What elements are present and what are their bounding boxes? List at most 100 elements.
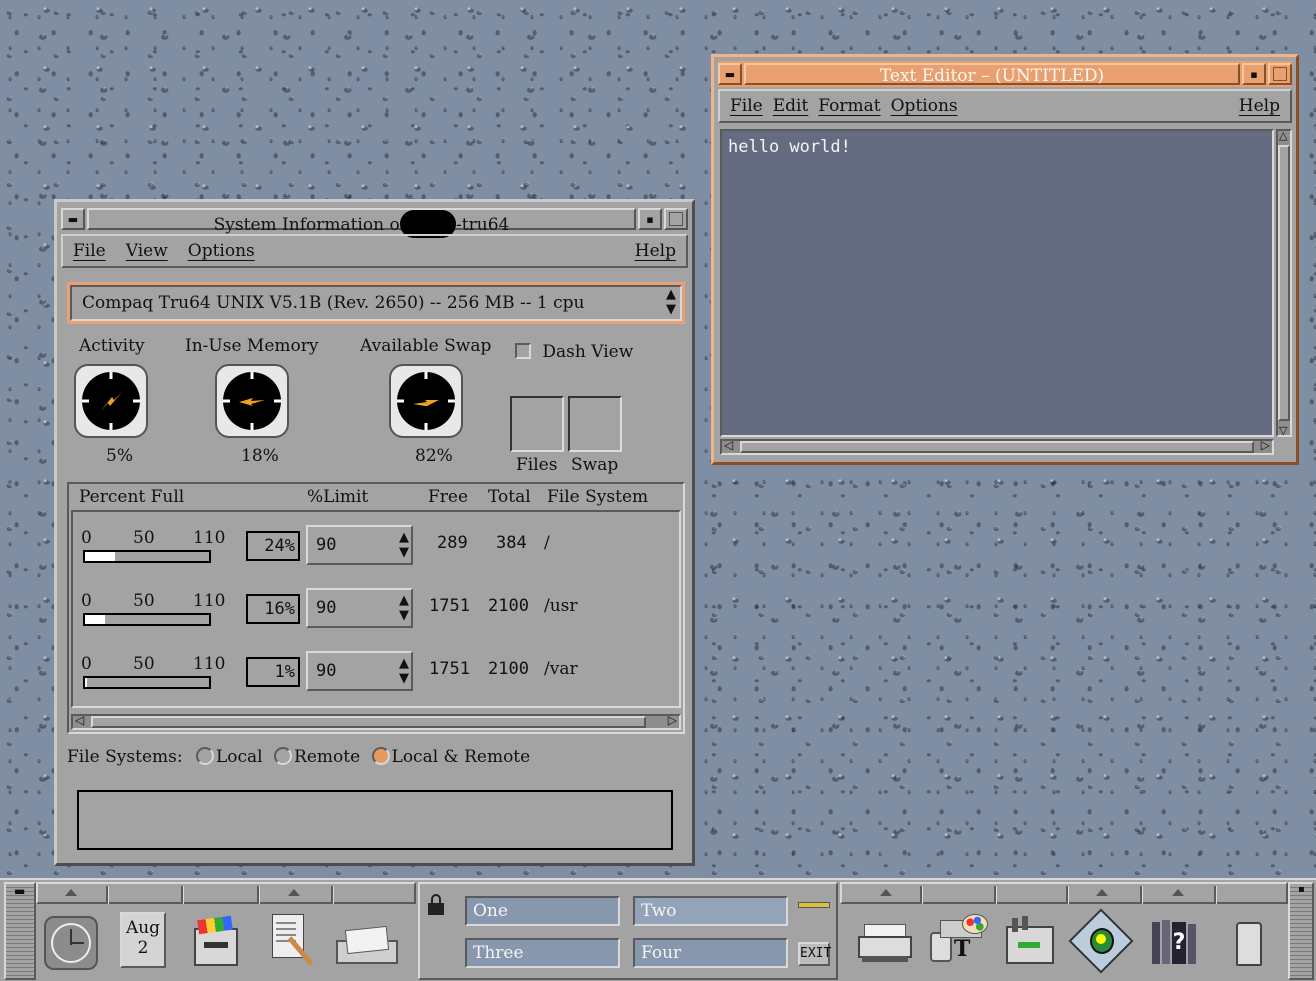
subpanel-arrow-icon[interactable]: [1096, 889, 1108, 896]
spinner-arrows-icon[interactable]: ▲ ▼: [399, 530, 409, 560]
minimize-button[interactable]: ▪: [638, 208, 662, 230]
header-limit: %Limit: [307, 487, 369, 507]
spin-arrows-icon[interactable]: ▲ ▼: [666, 287, 676, 317]
workspace-button-four[interactable]: Four: [633, 938, 788, 968]
usage-bar-fill: [85, 552, 115, 561]
subpanel-arrow-icon[interactable]: [880, 889, 892, 896]
checkbox-box[interactable]: [515, 343, 531, 359]
activity-gauge[interactable]: [74, 364, 148, 438]
workspace-button-two[interactable]: Two: [633, 896, 788, 926]
trash-icon[interactable]: [1234, 920, 1266, 968]
window-menu-button[interactable]: ▬: [61, 208, 85, 230]
radio-remote[interactable]: [274, 747, 293, 765]
scroll-left-icon[interactable]: ◁: [724, 438, 733, 452]
spinner-arrows-icon[interactable]: ▲ ▼: [399, 593, 409, 623]
scrollbar-thumb[interactable]: [740, 441, 1254, 453]
exit-button[interactable]: EXIT: [798, 942, 831, 966]
editor-title[interactable]: Text Editor – (UNTITLED): [744, 63, 1240, 86]
limit-value[interactable]: 90: [316, 535, 336, 555]
editor-vertical-scrollbar[interactable]: △ ▽: [1276, 129, 1292, 437]
header-total: Total: [488, 487, 531, 507]
limit-spinner[interactable]: 90 ▲ ▼: [306, 588, 413, 628]
system-select[interactable]: Compaq Tru64 UNIX V5.1B (Rev. 2650) -- 2…: [67, 282, 685, 324]
panel-minimize-icon[interactable]: ▪: [1298, 884, 1305, 895]
menu-options[interactable]: Options: [891, 96, 958, 116]
panel-menu-icon[interactable]: ▬: [14, 884, 25, 898]
minimize-button[interactable]: ▪: [1242, 63, 1266, 85]
calendar-icon[interactable]: Aug 2: [120, 912, 166, 968]
window-menu-button[interactable]: ▬: [718, 63, 742, 85]
printer-icon[interactable]: [858, 924, 914, 966]
usage-bar-fill: [85, 615, 105, 624]
subpanel-arrow-icon[interactable]: [65, 889, 77, 896]
maximize-button[interactable]: [1268, 63, 1292, 85]
memory-gauge[interactable]: [215, 364, 289, 438]
menu-edit[interactable]: Edit: [773, 96, 809, 116]
mail-icon[interactable]: [336, 925, 400, 966]
books-help-icon[interactable]: ?: [1148, 918, 1202, 968]
swap-gauge[interactable]: [389, 364, 463, 438]
scale-mid: 50: [133, 591, 155, 611]
dash-view-label: Dash View: [542, 342, 634, 362]
limit-value[interactable]: 90: [316, 661, 336, 681]
help-manager-icon[interactable]: [1068, 908, 1134, 974]
maximize-button[interactable]: [664, 208, 688, 230]
free-value: 289: [437, 533, 468, 553]
scale-min: 0: [81, 654, 92, 674]
clock-icon[interactable]: [44, 916, 98, 970]
radio-local-remote[interactable]: [371, 747, 390, 765]
dash-view-checkbox[interactable]: Dash View: [515, 342, 633, 362]
lock-icon[interactable]: [428, 894, 444, 916]
limit-value[interactable]: 90: [316, 598, 336, 618]
window-menu-icon: ▬: [67, 212, 79, 226]
scrollbar-thumb[interactable]: [91, 716, 646, 728]
menu-help[interactable]: Help: [1239, 96, 1280, 116]
total-value: 2100: [488, 596, 529, 616]
radio-local[interactable]: [195, 747, 214, 765]
menu-options[interactable]: Options: [188, 241, 255, 261]
scroll-left-icon[interactable]: ◁: [75, 713, 84, 727]
spinner-arrows-icon[interactable]: ▲ ▼: [399, 656, 409, 686]
application-manager-icon[interactable]: [1004, 914, 1056, 970]
subpanel-arrow-bar-right: [840, 882, 1288, 904]
total-value: 384: [496, 533, 527, 553]
editor-content[interactable]: hello world!: [728, 137, 851, 157]
menu-file[interactable]: File: [730, 96, 763, 116]
menu-file[interactable]: File: [73, 241, 106, 261]
subpanel-arrow-icon[interactable]: [288, 889, 300, 896]
file-manager-icon[interactable]: [190, 914, 242, 970]
editor-titlebar[interactable]: ▬ Text Editor – (UNTITLED) ▪: [718, 61, 1292, 87]
panel-handle-right[interactable]: ▪: [1288, 882, 1314, 980]
sysinfo-titlebar[interactable]: ▬ System Information on -tru64 ▪: [61, 206, 688, 238]
scrollbar-thumb[interactable]: [1278, 145, 1290, 421]
limit-spinner[interactable]: 90 ▲ ▼: [306, 651, 413, 691]
limit-spinner[interactable]: 90 ▲ ▼: [306, 525, 413, 565]
swap-label: Swap: [571, 455, 619, 475]
activity-value: 5%: [106, 446, 133, 466]
menu-format[interactable]: Format: [818, 96, 880, 116]
radio-local-remote-label[interactable]: Local & Remote: [392, 747, 531, 767]
text-editor-icon[interactable]: [268, 910, 320, 970]
file-system-value: /usr: [544, 596, 578, 616]
scroll-right-icon[interactable]: ▷: [668, 713, 677, 727]
header-free: Free: [428, 487, 469, 507]
subpanel-arrow-icon[interactable]: [1172, 889, 1184, 896]
gauge-label-memory: In-Use Memory: [185, 336, 319, 356]
maximize-icon: [1273, 67, 1287, 81]
editor-text-area[interactable]: hello world!: [720, 129, 1274, 437]
scroll-down-icon[interactable]: ▽: [1279, 424, 1287, 437]
workspace-button-three[interactable]: Three: [465, 938, 620, 968]
menu-view[interactable]: View: [126, 241, 168, 261]
radio-local-label[interactable]: Local: [216, 747, 263, 767]
sysinfo-title[interactable]: System Information on -tru64: [87, 208, 636, 238]
table-horizontal-scrollbar[interactable]: ◁ ▷: [71, 713, 681, 730]
editor-horizontal-scrollbar[interactable]: ◁ ▷: [720, 438, 1274, 455]
style-manager-icon[interactable]: T: [926, 914, 990, 968]
scroll-right-icon[interactable]: ▷: [1261, 438, 1270, 452]
maximize-icon: [669, 212, 683, 226]
scroll-up-icon[interactable]: △: [1279, 129, 1287, 142]
radio-remote-label[interactable]: Remote: [294, 747, 360, 767]
menu-help[interactable]: Help: [635, 241, 676, 261]
panel-handle-left[interactable]: ▬: [4, 882, 36, 980]
workspace-button-one[interactable]: One: [465, 896, 620, 926]
